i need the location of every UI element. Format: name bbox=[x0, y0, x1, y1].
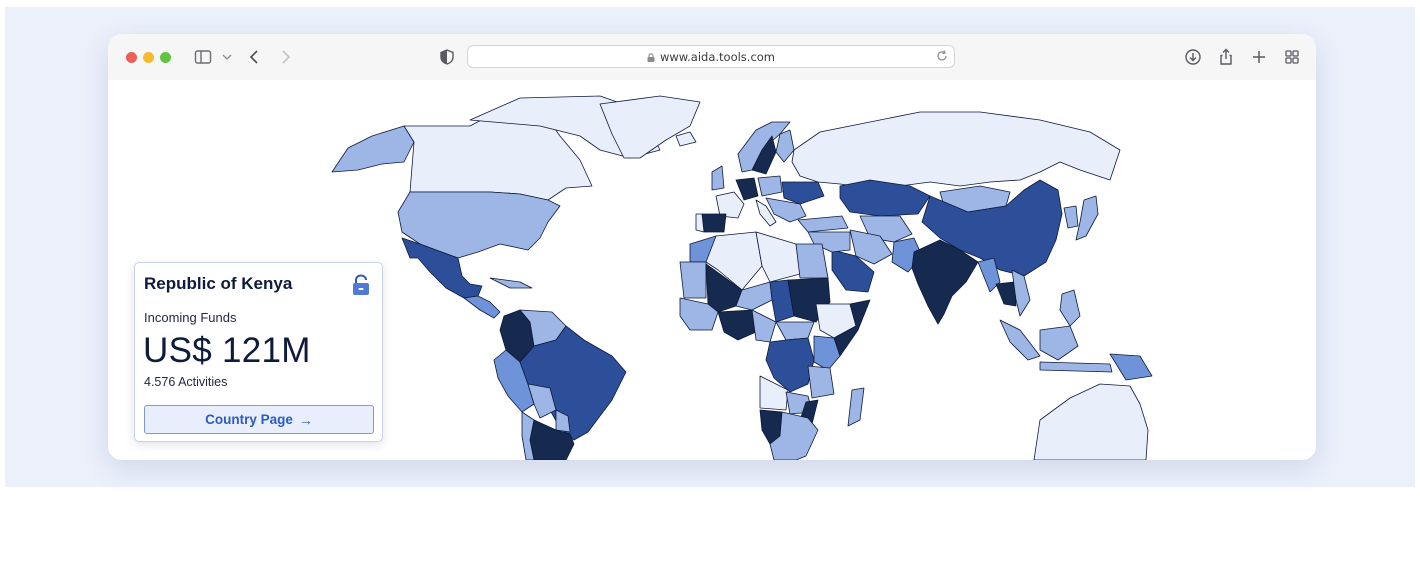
address-bar[interactable]: www.aida.tools.com bbox=[467, 45, 955, 68]
country-nigeria[interactable] bbox=[717, 309, 757, 341]
arrow-right-icon: → bbox=[298, 411, 313, 428]
country-cuba[interactable] bbox=[489, 277, 533, 289]
country-egypt[interactable] bbox=[795, 243, 829, 279]
country-thailand[interactable] bbox=[995, 281, 1017, 307]
tab-overview-icon[interactable] bbox=[1282, 47, 1302, 67]
url-text: www.aida.tools.com bbox=[659, 50, 776, 64]
country-ukraine[interactable] bbox=[781, 181, 825, 205]
country-central-america[interactable] bbox=[463, 295, 501, 319]
close-window-button[interactable] bbox=[126, 52, 137, 63]
country-cameroon[interactable] bbox=[751, 309, 777, 343]
country-kazakhstan[interactable] bbox=[839, 179, 931, 217]
country-uk[interactable] bbox=[711, 165, 725, 191]
unlocked-padlock-icon[interactable] bbox=[351, 274, 371, 296]
zoom-window-button[interactable] bbox=[160, 52, 171, 63]
country-page-button-label: Country Page bbox=[205, 412, 293, 427]
funds-label: Incoming Funds bbox=[144, 310, 237, 325]
country-philippines[interactable] bbox=[1059, 289, 1081, 327]
country-car[interactable] bbox=[775, 321, 815, 341]
country-indonesia-borneo[interactable] bbox=[1039, 325, 1079, 361]
funds-amount: US$ 121M bbox=[143, 331, 311, 370]
lock-icon bbox=[647, 53, 655, 62]
country-poland[interactable] bbox=[757, 175, 783, 197]
reload-icon[interactable] bbox=[934, 48, 950, 64]
country-korea[interactable] bbox=[1063, 205, 1079, 229]
country-madagascar[interactable] bbox=[847, 387, 865, 427]
country-japan[interactable] bbox=[1075, 195, 1099, 241]
sidebar-icon[interactable] bbox=[193, 47, 213, 67]
country-info-card: Republic of Kenya Incoming Funds US$ 121… bbox=[134, 262, 383, 442]
country-name: Republic of Kenya bbox=[144, 274, 293, 293]
country-iceland[interactable] bbox=[675, 131, 697, 147]
country-indonesia-java[interactable] bbox=[1039, 361, 1113, 373]
country-vietnam[interactable] bbox=[1011, 269, 1031, 317]
country-mauritania[interactable] bbox=[679, 261, 707, 299]
country-russia[interactable] bbox=[791, 111, 1121, 189]
activities-count: 4.576 Activities bbox=[144, 375, 228, 389]
country-turkey[interactable] bbox=[797, 215, 849, 233]
country-page-button[interactable]: Country Page → bbox=[144, 405, 374, 434]
minimize-window-button[interactable] bbox=[143, 52, 154, 63]
shield-icon[interactable] bbox=[437, 47, 457, 67]
download-icon[interactable] bbox=[1183, 47, 1203, 67]
country-papua[interactable] bbox=[1109, 353, 1153, 381]
chevron-down-icon[interactable] bbox=[217, 47, 232, 67]
back-icon[interactable] bbox=[244, 47, 264, 67]
country-tanzania[interactable] bbox=[807, 365, 835, 399]
new-tab-icon[interactable] bbox=[1249, 47, 1269, 67]
country-australia[interactable] bbox=[1033, 383, 1149, 460]
country-germany[interactable] bbox=[735, 177, 759, 201]
country-alaska[interactable] bbox=[331, 125, 415, 173]
country-spain[interactable] bbox=[701, 213, 727, 233]
country-indonesia-sumatra[interactable] bbox=[999, 319, 1041, 361]
browser-toolbar: www.aida.tools.com bbox=[108, 34, 1316, 80]
country-libya[interactable] bbox=[755, 231, 801, 283]
share-icon[interactable] bbox=[1216, 47, 1236, 67]
forward-icon[interactable] bbox=[276, 47, 296, 67]
